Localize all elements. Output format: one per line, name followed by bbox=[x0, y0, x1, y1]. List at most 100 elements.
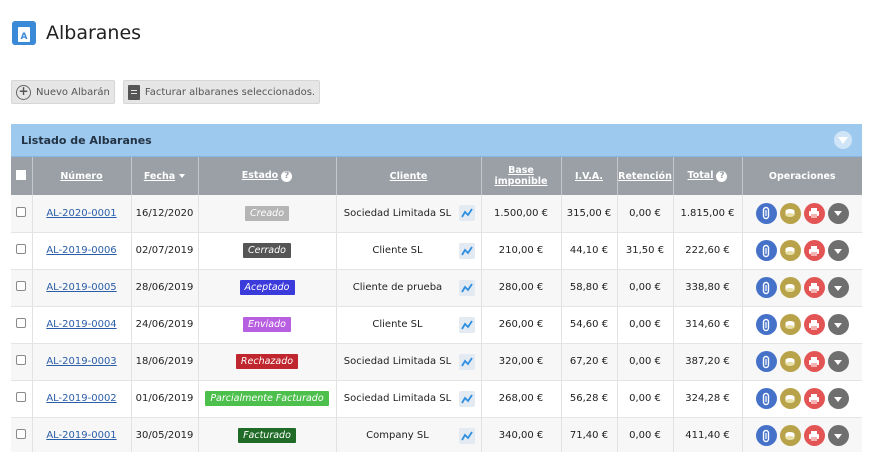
help-icon[interactable]: ? bbox=[716, 171, 728, 182]
chevron-down-icon[interactable] bbox=[827, 277, 849, 298]
coins-icon[interactable] bbox=[779, 202, 801, 224]
row-checkbox[interactable] bbox=[16, 429, 27, 439]
row-checkbox[interactable] bbox=[16, 318, 27, 328]
col-iva[interactable]: I.V.A. bbox=[561, 157, 618, 195]
paperclip-icon[interactable] bbox=[755, 425, 777, 446]
estado-cell: Parcialmente Facturado bbox=[198, 380, 337, 418]
operations-group bbox=[743, 277, 863, 298]
print-icon[interactable] bbox=[803, 277, 825, 298]
iva-cell: 44,10 € bbox=[561, 232, 618, 270]
fecha-cell: 24/06/2019 bbox=[131, 306, 199, 344]
filter-toggle-icon[interactable] bbox=[834, 131, 852, 149]
total-cell: 314,60 € bbox=[673, 306, 743, 344]
delivery-note-link[interactable]: AL-2019-0001 bbox=[46, 430, 116, 441]
estado-cell: Aceptado bbox=[198, 269, 337, 307]
delivery-note-link[interactable]: AL-2019-0006 bbox=[46, 245, 116, 256]
coins-icon[interactable] bbox=[779, 388, 801, 409]
print-icon[interactable] bbox=[803, 388, 825, 409]
chevron-down-icon[interactable] bbox=[827, 425, 849, 446]
chevron-down-icon[interactable] bbox=[827, 314, 849, 335]
new-delivery-note-button[interactable]: + Nuevo Albarán bbox=[11, 80, 115, 104]
paperclip-icon[interactable] bbox=[755, 277, 777, 298]
base-cell: 320,00 € bbox=[481, 343, 562, 381]
operations-cell bbox=[742, 306, 863, 344]
delivery-note-link[interactable]: AL-2019-0005 bbox=[46, 282, 116, 293]
paperclip-icon[interactable] bbox=[755, 388, 777, 409]
client-stats-icon[interactable] bbox=[458, 205, 475, 222]
col-fecha[interactable]: Fecha bbox=[131, 157, 199, 195]
client-stats-icon[interactable] bbox=[458, 316, 475, 333]
chevron-down-icon[interactable] bbox=[827, 240, 849, 261]
delivery-note-link[interactable]: AL-2019-0003 bbox=[46, 356, 116, 367]
base-cell: 340,00 € bbox=[481, 417, 562, 452]
print-icon[interactable] bbox=[803, 351, 825, 372]
chevron-down-icon[interactable] bbox=[827, 388, 849, 409]
select-all-header bbox=[11, 157, 33, 195]
operations-group bbox=[743, 240, 863, 261]
total-cell: 222,60 € bbox=[673, 232, 743, 270]
fecha-cell: 16/12/2020 bbox=[131, 195, 199, 233]
paperclip-icon[interactable] bbox=[755, 240, 777, 261]
estado-cell: Rechazado bbox=[198, 343, 337, 381]
paperclip-icon[interactable] bbox=[755, 351, 777, 372]
row-checkbox[interactable] bbox=[16, 355, 27, 365]
estado-cell: Enviado bbox=[198, 306, 337, 344]
print-icon[interactable] bbox=[803, 425, 825, 446]
client-stats-icon[interactable] bbox=[458, 242, 475, 259]
coins-icon[interactable] bbox=[779, 240, 801, 261]
coins-icon[interactable] bbox=[779, 425, 801, 446]
client-stats-icon[interactable] bbox=[458, 279, 475, 296]
new-delivery-note-label: Nuevo Albarán bbox=[36, 86, 110, 98]
paperclip-icon[interactable] bbox=[755, 314, 777, 335]
table-row: AL-2019-0006 02/07/2019 Cerrado Cliente … bbox=[11, 232, 863, 270]
client-stats-icon[interactable] bbox=[458, 390, 475, 407]
row-checkbox[interactable] bbox=[16, 281, 27, 291]
row-checkbox[interactable] bbox=[16, 206, 27, 217]
retencion-cell: 0,00 € bbox=[617, 417, 674, 452]
delivery-note-link[interactable]: AL-2019-0002 bbox=[46, 393, 116, 404]
operations-group bbox=[743, 314, 863, 335]
help-icon[interactable]: ? bbox=[281, 171, 293, 182]
col-base[interactable]: Base imponible bbox=[481, 157, 562, 195]
client-stats-icon[interactable] bbox=[458, 427, 475, 444]
row-checkbox[interactable] bbox=[16, 392, 27, 402]
print-icon[interactable] bbox=[803, 314, 825, 335]
cliente-cell: Company SL bbox=[336, 417, 482, 452]
col-retencion[interactable]: Retención bbox=[617, 157, 674, 195]
fecha-cell: 28/06/2019 bbox=[131, 269, 199, 307]
row-select-cell bbox=[11, 343, 33, 381]
paperclip-icon[interactable] bbox=[755, 202, 777, 224]
operations-group bbox=[743, 388, 863, 409]
operations-cell bbox=[742, 269, 863, 307]
select-all-checkbox[interactable] bbox=[16, 169, 27, 180]
client-name: Sociedad Limitada SL bbox=[343, 356, 452, 367]
delivery-notes-table: Número Fecha Estado? Cliente Base imponi… bbox=[11, 157, 862, 452]
col-operaciones: Operaciones bbox=[742, 157, 862, 195]
numero-cell: AL-2019-0006 bbox=[32, 232, 132, 270]
client-stats-icon[interactable] bbox=[458, 353, 475, 370]
client-name: Sociedad Limitada SL bbox=[343, 393, 452, 404]
page-title: Albaranes bbox=[46, 22, 142, 44]
col-cliente[interactable]: Cliente bbox=[336, 157, 482, 195]
delivery-note-link[interactable]: AL-2020-0001 bbox=[46, 208, 116, 219]
row-checkbox[interactable] bbox=[16, 244, 27, 254]
print-icon[interactable] bbox=[803, 202, 825, 224]
chevron-down-icon[interactable] bbox=[827, 202, 849, 224]
delivery-note-link[interactable]: AL-2019-0004 bbox=[46, 319, 116, 330]
col-numero[interactable]: Número bbox=[32, 157, 132, 195]
invoice-selected-button[interactable]: Facturar albaranes seleccionados. bbox=[122, 80, 321, 104]
chevron-down-icon[interactable] bbox=[827, 351, 849, 372]
coins-icon[interactable] bbox=[779, 351, 801, 372]
print-icon[interactable] bbox=[803, 240, 825, 261]
toolbar: + Nuevo Albarán Facturar albaranes selec… bbox=[11, 80, 321, 104]
fecha-cell: 18/06/2019 bbox=[131, 343, 199, 381]
numero-cell: AL-2019-0005 bbox=[32, 269, 132, 307]
status-badge: Enviado bbox=[243, 317, 291, 332]
col-estado[interactable]: Estado? bbox=[198, 157, 337, 195]
total-cell: 387,20 € bbox=[673, 343, 743, 381]
col-total[interactable]: Total? bbox=[673, 157, 743, 195]
total-cell: 1.815,00 € bbox=[673, 195, 743, 233]
coins-icon[interactable] bbox=[779, 277, 801, 298]
coins-icon[interactable] bbox=[779, 314, 801, 335]
total-cell: 324,28 € bbox=[673, 380, 743, 418]
